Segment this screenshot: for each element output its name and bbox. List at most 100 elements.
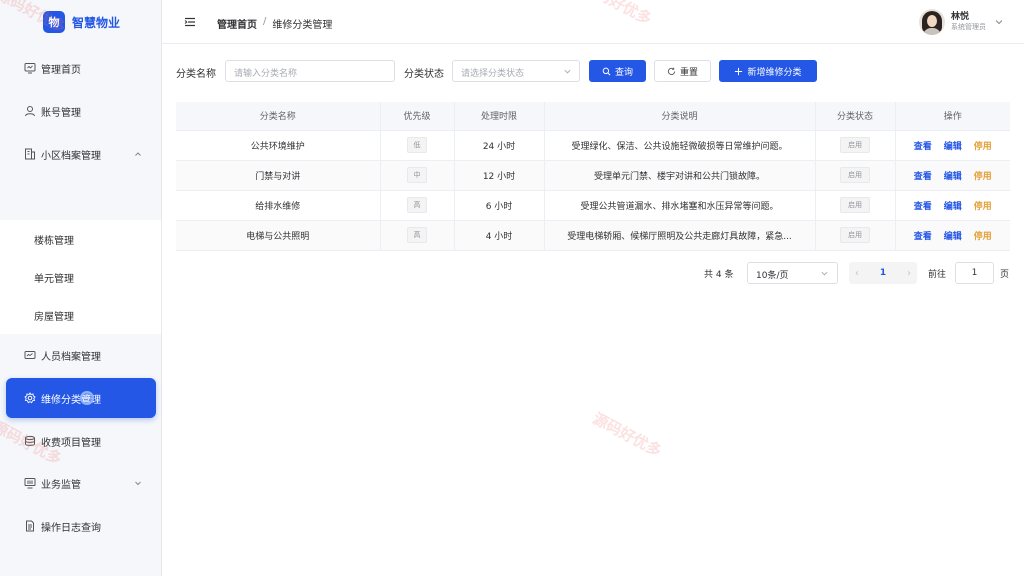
sidebar-item-label: 管理首页	[41, 64, 81, 76]
query-button[interactable]: 查询	[589, 60, 646, 82]
next-page-icon[interactable]: ›	[907, 268, 911, 279]
user-name: 林悦	[951, 12, 970, 23]
breadcrumb-separator: /	[263, 16, 267, 27]
status-badge: 启用	[840, 197, 870, 213]
refresh-icon	[667, 67, 676, 75]
category-status-label: 分类状态	[404, 69, 444, 80]
sidebar-item-personnel[interactable]: 人员档案管理	[0, 335, 161, 375]
plus-icon	[735, 67, 743, 75]
disable-button[interactable]: 停用	[974, 169, 992, 182]
column-header: 分类名称	[176, 102, 380, 131]
chevron-down-icon	[135, 481, 141, 486]
document-icon	[23, 520, 36, 533]
query-button-label: 查询	[614, 67, 633, 78]
breadcrumb: 管理首页 / 维修分类管理	[217, 16, 332, 31]
chevron-down-icon	[995, 20, 1003, 25]
sidebar-item-label: 人员档案管理	[41, 351, 101, 363]
status-badge: 启用	[840, 227, 870, 243]
breadcrumb-home[interactable]: 管理首页	[217, 16, 257, 31]
page-size-select[interactable]: 10条/页	[747, 262, 838, 284]
disable-button[interactable]: 停用	[974, 139, 992, 152]
column-header: 分类说明	[543, 102, 815, 131]
category-name-input[interactable]: 请输入分类名称	[225, 60, 395, 82]
page-suffix: 页	[1000, 270, 1010, 280]
cursor-indicator	[80, 391, 94, 405]
column-header: 分类状态	[814, 102, 895, 131]
column-header: 处理时限	[453, 102, 544, 131]
view-button[interactable]: 查看	[914, 229, 932, 242]
gear-icon	[23, 392, 36, 405]
sidebar-item-business-supervision[interactable]: 业务监管	[0, 463, 161, 503]
priority-tag: 高	[407, 197, 427, 213]
search-icon	[602, 67, 611, 75]
view-button[interactable]: 查看	[914, 199, 932, 212]
breadcrumb-current: 维修分类管理	[272, 20, 333, 31]
disable-button[interactable]: 停用	[974, 199, 992, 212]
sidebar-item-label: 账号管理	[41, 107, 81, 119]
filter-bar: 分类名称 请输入分类名称 分类状态 请选择分类状态 查询 重置 新增维修分类	[176, 60, 1016, 82]
menu-toggle-icon[interactable]	[184, 16, 196, 28]
cell-desc: 受理单元门禁、楼宇对讲和公共门锁故障。	[593, 171, 765, 182]
user-role: 系统管理员	[951, 23, 986, 32]
submenu-item-buildings[interactable]: 楼栋管理	[0, 220, 161, 258]
monitor-icon	[23, 477, 36, 490]
cell-limit: 6 小时	[453, 190, 544, 221]
sidebar-item-operation-log[interactable]: 操作日志查询	[0, 506, 161, 546]
sidebar-item-community-archive[interactable]: 小区档案管理	[0, 134, 161, 174]
brand-name: 智慧物业	[72, 15, 121, 30]
priority-tag: 高	[407, 227, 427, 243]
sidebar-item-repair-category[interactable]: 维修分类管理	[6, 378, 156, 418]
add-repair-category-button[interactable]: 新增维修分类	[719, 60, 817, 82]
category-name-placeholder: 请输入分类名称	[234, 69, 298, 79]
cell-name: 电梯与公共照明	[176, 220, 380, 251]
table-row: 电梯与公共照明 高 4 小时 受理电梯轿厢、候梯厅照明及公共走廊灯具故障，紧急.…	[176, 220, 1010, 251]
cell-name: 公共环境维护	[176, 130, 380, 161]
column-header: 优先级	[379, 102, 454, 131]
submenu-label: 楼栋管理	[34, 235, 74, 247]
edit-button[interactable]: 编辑	[944, 229, 962, 242]
chevron-down-icon	[821, 271, 828, 276]
edit-button[interactable]: 编辑	[944, 199, 962, 212]
table-row: 给排水维修 高 6 小时 受理公共管道漏水、排水堵塞和水压异常等问题。 启用 查…	[176, 190, 1010, 221]
sidebar-item-label: 小区档案管理	[41, 150, 101, 162]
sidebar-item-accounts[interactable]: 账号管理	[0, 91, 161, 131]
avatar	[919, 9, 945, 35]
repair-category-table: 分类名称 优先级 处理时限 分类说明 分类状态 操作 公共环境维护 低 24 小…	[176, 102, 1010, 251]
goto-page-input[interactable]: 1	[955, 262, 994, 284]
column-header: 操作	[894, 102, 1010, 131]
reset-button[interactable]: 重置	[654, 60, 711, 82]
cell-desc: 受理电梯轿厢、候梯厅照明及公共走廊灯具故障，紧急...	[567, 231, 792, 242]
chevron-down-icon	[564, 69, 571, 74]
sidebar-item-dashboard[interactable]: 管理首页	[0, 48, 161, 88]
table-row: 门禁与对讲 中 12 小时 受理单元门禁、楼宇对讲和公共门锁故障。 启用 查看编…	[176, 160, 1010, 191]
user-icon	[23, 105, 36, 118]
cell-limit: 24 小时	[453, 130, 544, 161]
reset-button-label: 重置	[679, 67, 698, 78]
page-number-current[interactable]: 1	[880, 268, 886, 278]
view-button[interactable]: 查看	[914, 169, 932, 182]
page-size-value: 10条/页	[756, 271, 789, 281]
status-badge: 启用	[840, 137, 870, 153]
user-menu[interactable]: 林悦 系统管理员	[919, 9, 1004, 35]
category-name-label: 分类名称	[176, 69, 216, 80]
status-badge: 启用	[840, 167, 870, 183]
edit-button[interactable]: 编辑	[944, 139, 962, 152]
page-navigation: ‹ 1 ›	[849, 262, 917, 284]
edit-button[interactable]: 编辑	[944, 169, 962, 182]
goto-label: 前往	[928, 270, 947, 280]
view-button[interactable]: 查看	[914, 139, 932, 152]
cell-limit: 12 小时	[453, 160, 544, 191]
sidebar-item-label: 操作日志查询	[41, 522, 101, 534]
top-header: 管理首页 / 维修分类管理 林悦 系统管理员	[162, 0, 1024, 44]
cell-desc: 受理公共管道漏水、排水堵塞和水压异常等问题。	[580, 201, 779, 212]
cell-limit: 4 小时	[453, 220, 544, 251]
priority-tag: 中	[407, 167, 427, 183]
disable-button[interactable]: 停用	[974, 229, 992, 242]
table-row: 公共环境维护 低 24 小时 受理绿化、保洁、公共设施轻微破损等日常维护问题。 …	[176, 130, 1010, 161]
submenu-label: 房屋管理	[34, 311, 74, 323]
cell-desc: 受理绿化、保洁、公共设施轻微破损等日常维护问题。	[571, 141, 788, 152]
prev-page-icon[interactable]: ‹	[855, 268, 859, 279]
pagination: 共 4 条 10条/页 ‹ 1 › 前往 1 页	[0, 262, 1024, 284]
submenu-item-houses[interactable]: 房屋管理	[0, 296, 161, 334]
category-status-select[interactable]: 请选择分类状态	[452, 60, 580, 82]
